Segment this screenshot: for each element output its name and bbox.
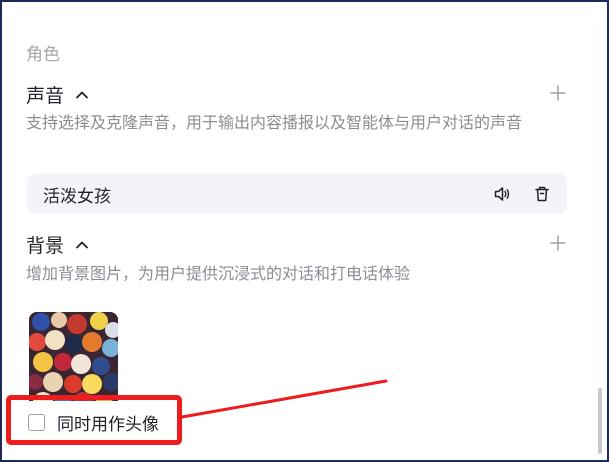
scrollbar-thumb[interactable] xyxy=(598,388,602,454)
agent-settings-panel: 角色 声音 支持选择及克隆声音，用于输出内容播报以及智能体与用户对话的声音 活泼… xyxy=(2,2,607,460)
annotation-arrow xyxy=(180,379,388,419)
use-as-avatar-option[interactable]: 同时用作头像 xyxy=(13,401,182,444)
settings-panel-frame: 角色 声音 支持选择及克隆声音，用于输出内容播报以及智能体与用户对话的声音 活泼… xyxy=(0,0,609,462)
use-as-avatar-checkbox[interactable] xyxy=(28,414,45,431)
use-as-avatar-label: 同时用作头像 xyxy=(57,415,159,435)
